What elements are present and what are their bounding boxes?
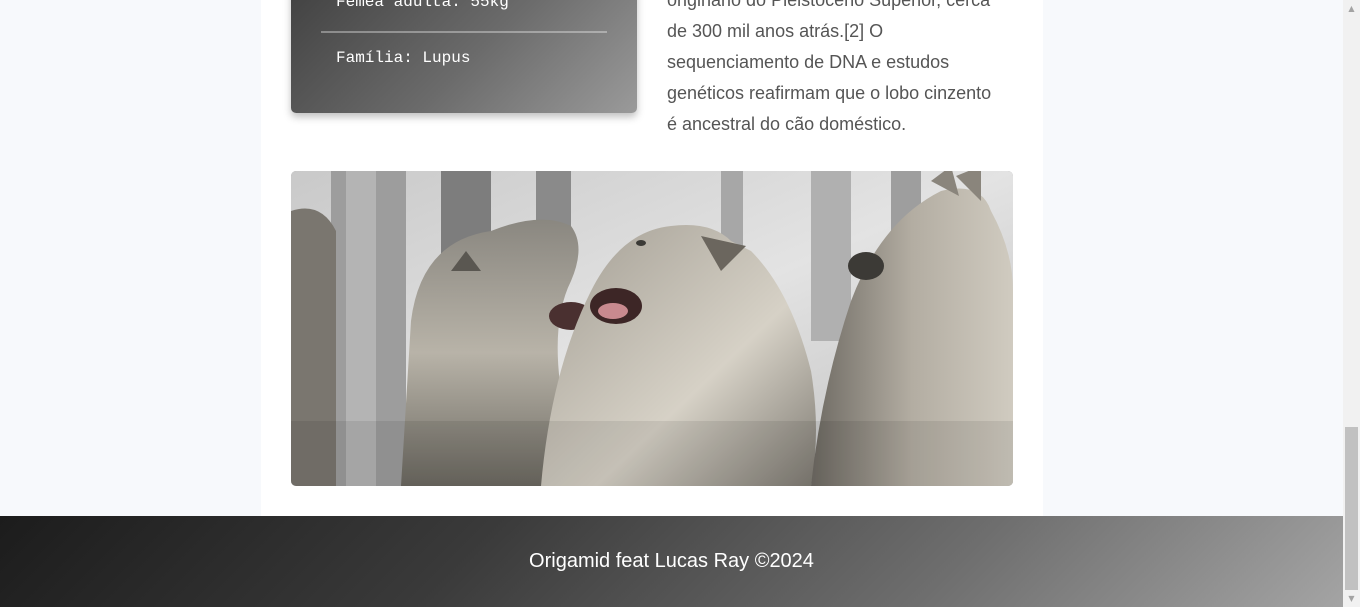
family-text: Família: Lupus [336,49,471,67]
wolf-pack-illustration [291,171,1013,486]
page: Fêmea adulta: 55kg Família: Lupus origin… [0,0,1343,607]
scrollbar-thumb[interactable] [1345,427,1358,590]
scroll-up-arrow-icon[interactable]: ▲ [1343,0,1360,17]
vertical-scrollbar[interactable]: ▲ ▼ [1343,0,1360,607]
wolf-pack-photo [291,171,1013,486]
article-line: originário do Pleistoceno Superior, cerc… [667,0,991,10]
site-footer: Origamid feat Lucas Ray ©2024 [0,516,1343,607]
article-line: sequenciamento de DNA e estudos [667,52,950,72]
wolf-info-card: Fêmea adulta: 55kg Família: Lupus [291,0,637,113]
article-paragraph: originário do Pleistoceno Superior, cerc… [667,0,1017,140]
article-line: genéticos reafirmam que o lobo cinzento [667,83,992,103]
article-line: de 300 mil anos atrás.[2] O [667,21,884,41]
footer-copyright: Origamid feat Lucas Ray ©2024 [529,550,814,572]
scroll-down-arrow-icon[interactable]: ▼ [1343,590,1360,607]
female-weight-text: Fêmea adulta: 55kg [336,0,509,11]
article-line: é ancestral do cão doméstico. [667,114,907,134]
main-content: Fêmea adulta: 55kg Família: Lupus origin… [261,0,1043,516]
info-divider [321,31,607,33]
